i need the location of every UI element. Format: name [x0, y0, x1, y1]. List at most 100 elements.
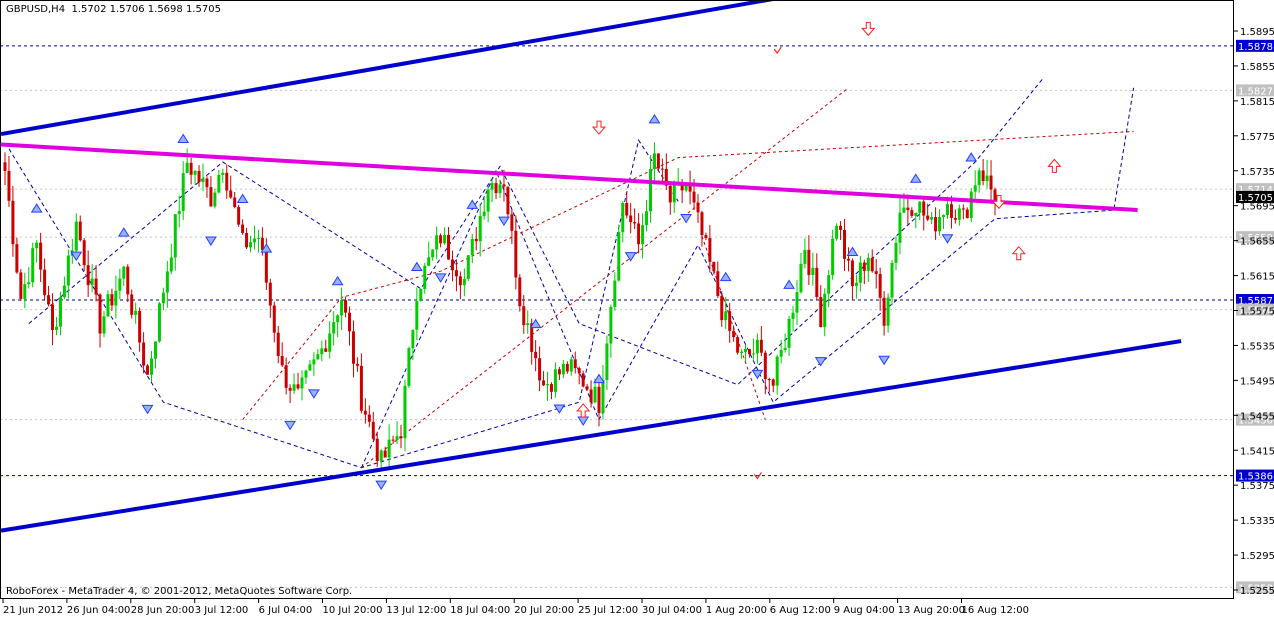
candle-body — [134, 310, 138, 315]
candle-body — [668, 185, 672, 203]
candle-body — [300, 377, 304, 389]
candle-body — [316, 354, 320, 360]
candle-body — [197, 170, 201, 183]
x-tick-label: 20 Jul 20:00 — [514, 605, 574, 616]
candle-body — [823, 293, 827, 328]
candle-body — [359, 365, 363, 411]
candle-body — [490, 183, 494, 190]
candle-body — [233, 197, 237, 208]
candle-body — [593, 386, 597, 403]
candle-body — [898, 212, 902, 243]
candle-body — [35, 242, 39, 249]
candle-body — [732, 330, 736, 338]
candle-body — [312, 359, 316, 365]
candle-body — [221, 172, 225, 175]
candle-body — [961, 208, 965, 210]
candle-body — [573, 359, 577, 369]
candle-body — [110, 294, 114, 306]
candle-body — [439, 235, 443, 244]
candle-body — [700, 212, 704, 236]
candle-body — [494, 183, 498, 194]
candle-body — [66, 255, 70, 286]
candle-body — [348, 312, 352, 332]
candle-body — [605, 343, 609, 381]
candle-body — [791, 312, 795, 319]
candle-body — [82, 240, 86, 266]
candle-body — [549, 384, 553, 392]
candle-body — [308, 364, 312, 371]
candle-body — [411, 329, 415, 349]
candle-body — [395, 436, 399, 441]
candle-body — [553, 369, 557, 392]
candle-body — [775, 356, 779, 386]
candle-body — [39, 242, 43, 270]
y-tick-label: 1.5655 — [1240, 237, 1274, 248]
candle-body — [458, 276, 462, 286]
candle-body — [387, 439, 391, 458]
candle-body — [165, 271, 169, 293]
candle-body — [229, 190, 233, 198]
candle-body — [645, 211, 649, 226]
candle-body — [957, 208, 961, 220]
candle-body — [47, 295, 51, 305]
candle-body — [403, 385, 407, 439]
candle-body — [205, 178, 209, 188]
candle-body — [569, 359, 573, 372]
candle-body — [914, 212, 918, 216]
candle-body — [363, 410, 367, 415]
candle-body — [157, 303, 161, 342]
y-tick-label: 1.5295 — [1240, 551, 1274, 562]
candle-body — [589, 389, 593, 403]
candle-body — [185, 162, 189, 174]
candle-body — [803, 249, 807, 264]
x-tick-label: 10 Jul 20:00 — [323, 605, 383, 616]
candle-body — [767, 379, 771, 381]
symbol-label: GBPUSD,H4 — [6, 4, 66, 15]
candle-body — [542, 380, 546, 386]
x-tick-label: 9 Aug 04:00 — [834, 605, 895, 616]
candle-body — [486, 189, 490, 212]
candle-body — [969, 191, 973, 219]
candle-body — [989, 175, 993, 190]
chart-window[interactable]: 1.5878 1.5827 1.5714 1.5705 1.5659 1.5587 1.55… — [0, 0, 1274, 618]
candle-body — [423, 265, 427, 289]
candle-body — [150, 358, 154, 375]
y-tick-label: 1.5455 — [1240, 411, 1274, 422]
candle-body — [518, 277, 522, 307]
price-tag-label: 1.5827 — [1238, 86, 1273, 97]
candle-body — [478, 216, 482, 242]
candle-body — [846, 258, 850, 261]
candle-body — [839, 225, 843, 230]
x-tick-label: 28 Jun 20:00 — [131, 605, 195, 616]
candle-body — [648, 169, 652, 212]
candle-body — [78, 221, 82, 241]
candle-body — [241, 224, 245, 234]
candle-body — [153, 341, 157, 359]
candle-body — [815, 267, 819, 298]
candle-body — [910, 210, 914, 216]
symbol-header: GBPUSD,H4 1.5702 1.5706 1.5698 1.5705 — [6, 4, 221, 15]
ohlc-values: 1.5702 1.5706 1.5698 1.5705 — [71, 4, 221, 15]
candle-body — [276, 332, 280, 356]
candle-body — [621, 202, 625, 233]
candle-body — [355, 363, 359, 366]
candle-body — [177, 211, 181, 215]
candle-body — [926, 215, 930, 220]
price-chart[interactable]: 1.58781.58271.57141.57051.56591.55871.55… — [0, 0, 1274, 618]
candle-body — [375, 438, 379, 462]
candle-body — [763, 352, 767, 380]
y-tick-label: 1.5495 — [1240, 376, 1274, 387]
candle-body — [304, 370, 308, 378]
candle-body — [514, 230, 518, 278]
candle-body — [332, 322, 336, 334]
candle-body — [696, 202, 700, 213]
candle-body — [130, 294, 134, 315]
candle-body — [324, 348, 328, 352]
x-tick-label: 30 Jul 04:00 — [642, 605, 702, 616]
candle-body — [454, 270, 458, 277]
candle-body — [292, 384, 296, 391]
candle-body — [249, 242, 253, 248]
candle-body — [613, 280, 617, 307]
candle-body — [799, 263, 803, 293]
y-tick-label: 1.5615 — [1240, 272, 1274, 283]
